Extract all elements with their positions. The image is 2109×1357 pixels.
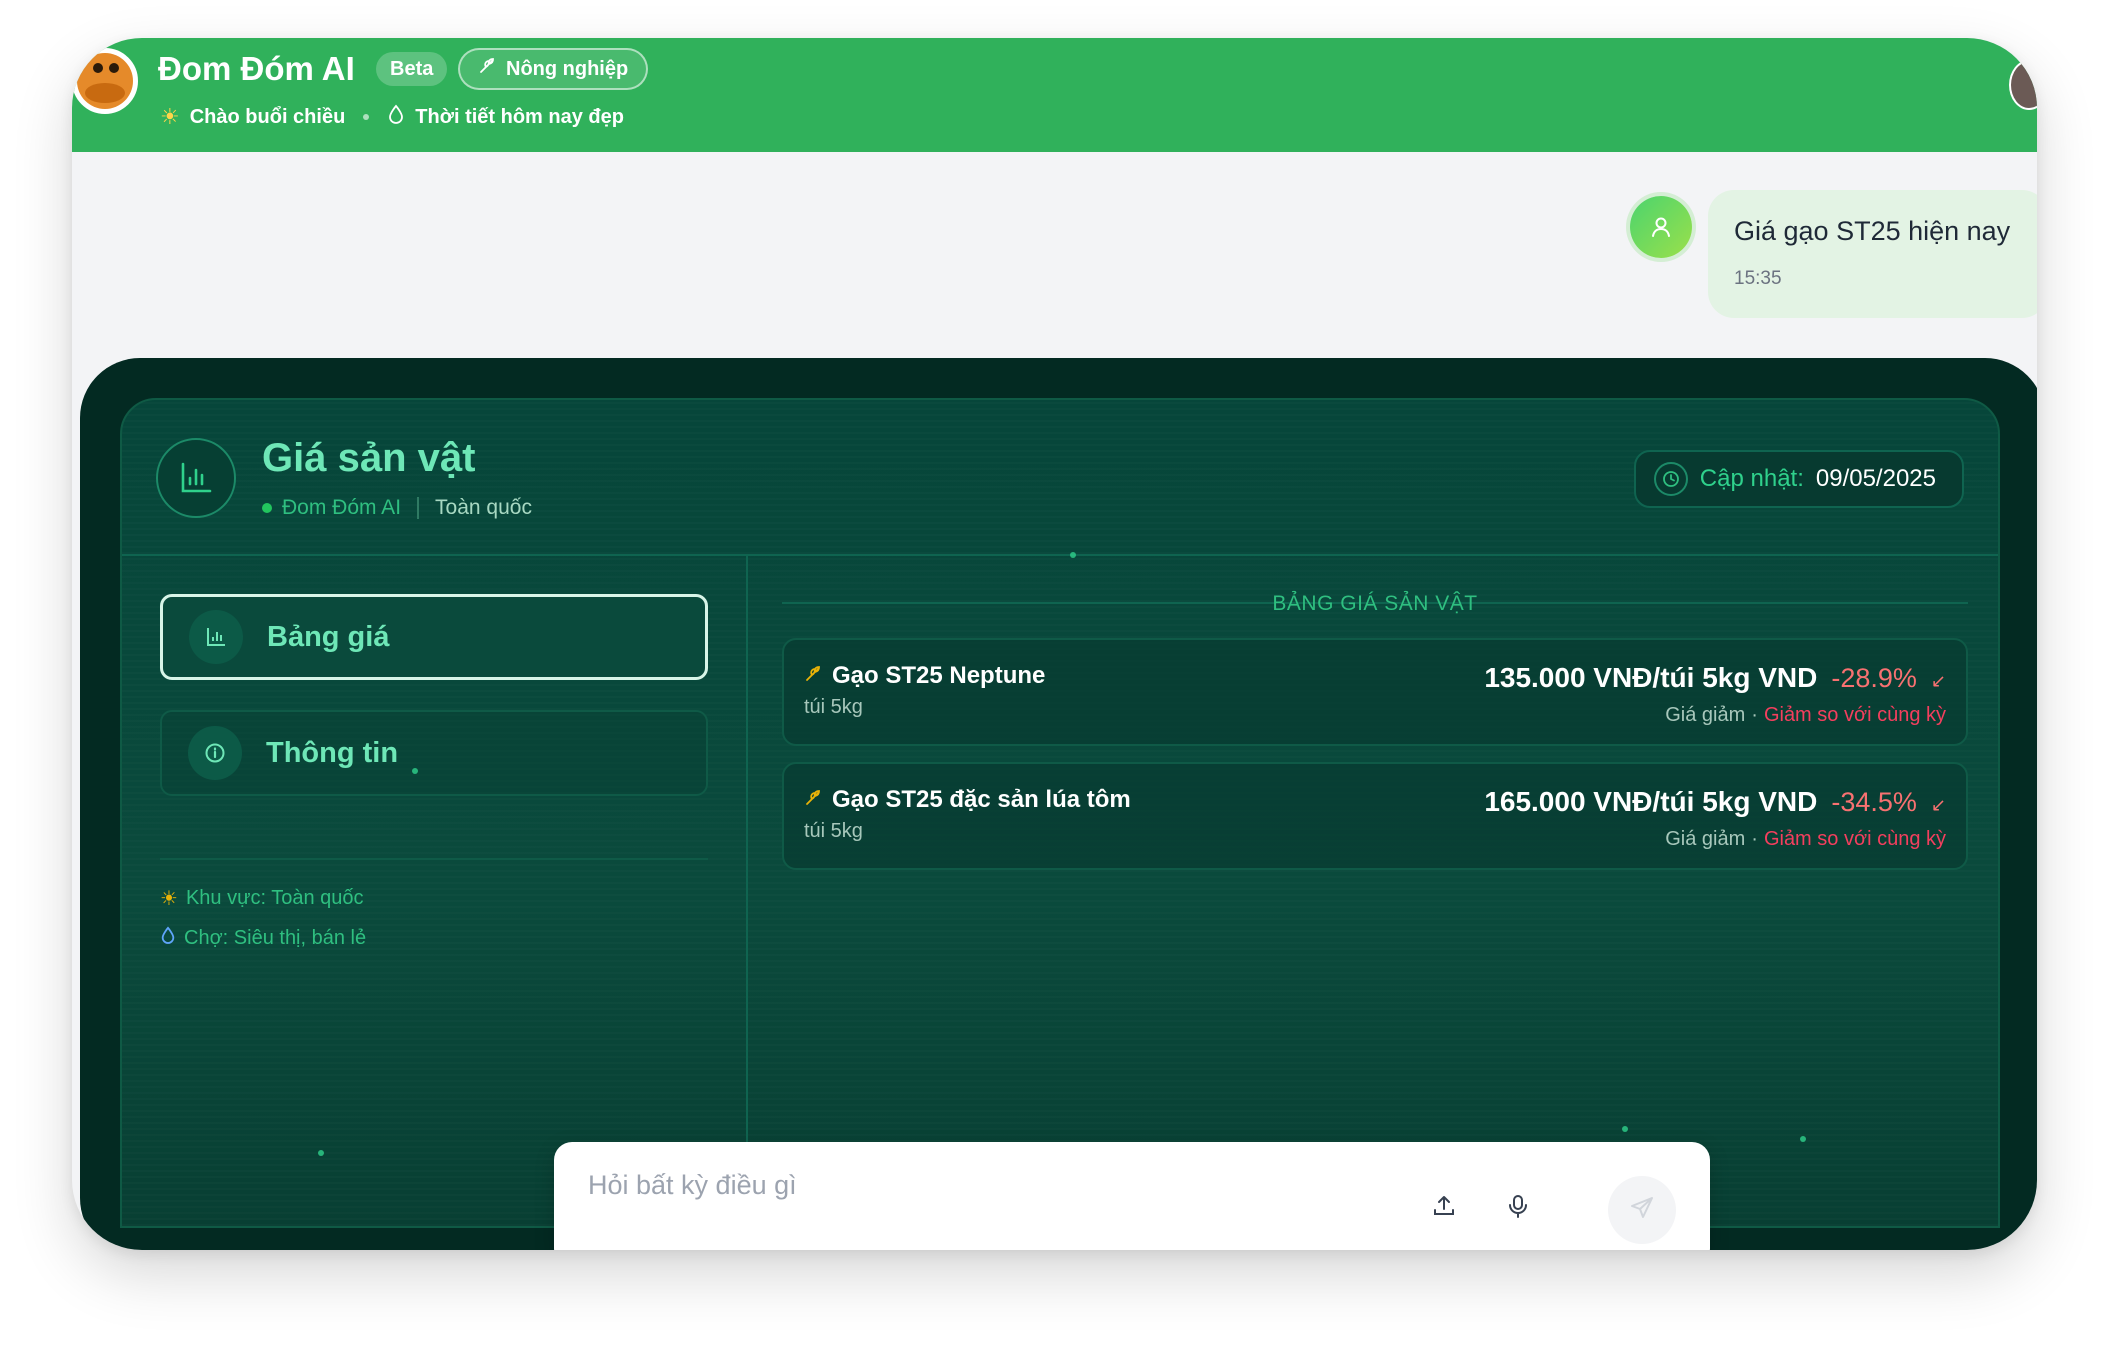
user-message-text: Giá gạo ST25 hiện nay [1734,216,2011,246]
status-dot [262,503,272,513]
panel-title: Giá sản vật [262,436,476,480]
price-row[interactable]: Gạo ST25 Neptune túi 5kg 135.000 VNĐ/túi… [782,638,1968,746]
sun-icon: ☀ [160,104,180,129]
update-badge: Cập nhật: 09/05/2025 [1633,450,1964,508]
separator-dot [363,114,370,120]
price-panel: Giá sản vật Đom Đóm AI Toàn quốc Cập nhậ… [120,398,2000,1228]
bullet: · [1751,704,1758,726]
trend-note: Giảm so với cùng kỳ [1763,704,1946,726]
product-price: 135.000 VNĐ/túi 5kg VND [1484,662,1818,693]
clock-icon [1653,462,1688,496]
grain-icon [804,663,824,689]
grain-icon [804,787,824,813]
panel-header: Giá sản vật Đom Đóm AI Toàn quốc Cập nhậ… [122,400,1998,556]
product-name: Gạo ST25 Neptune [832,662,1046,689]
update-label: Cập nhật: [1699,465,1804,492]
meta-area: ☀ Khu vực: Toàn quốc [160,886,364,911]
update-date: 09/05/2025 [1815,465,1936,492]
chat-input-placeholder[interactable]: Hỏi bất kỳ điều gì [588,1170,797,1201]
bullet: · [1751,828,1758,850]
droplet-icon [160,926,176,950]
table-heading: BẢNG GIÁ SẢN VẬT [1272,592,1478,615]
app-header: Đom Đóm AI Beta Nông nghiệp ☀ Chào buổi … [72,38,2037,152]
greeting-row: ☀ Chào buổi chiều Thời tiết hôm nay đẹp [160,104,624,130]
meta-area-text: Khu vực: Toàn quốc [185,887,364,909]
user-icon [1652,217,1670,237]
product-price: 165.000 VNĐ/túi 5kg VND [1484,786,1818,817]
side-nav: Bảng giá Thông tin ☀ Khu vực: Toàn quốc [122,556,748,1226]
sparkle-dot [1800,1136,1806,1142]
price-row[interactable]: Gạo ST25 đặc sản lúa tôm túi 5kg 165.000… [782,762,1968,870]
user-message-bubble: Giá gạo ST25 hiện nay 15:35 [1708,190,2037,318]
chat-input-box[interactable]: Hỏi bất kỳ điều gì [554,1142,1710,1250]
trend-label: Giá giảm [1665,704,1746,726]
nav-label: Bảng giá [267,620,390,653]
profile-avatar[interactable] [2009,60,2037,110]
trend-label: Giá giảm [1665,828,1746,850]
sparkle-dot [1622,1126,1628,1132]
side-divider [160,858,708,860]
product-name: Gạo ST25 đặc sản lúa tôm [832,786,1131,813]
app-window: Đom Đóm AI Beta Nông nghiệp ☀ Chào buổi … [72,38,2037,1250]
weather-text: Thời tiết hôm nay đẹp [415,105,624,128]
product-unit: túi 5kg [804,820,863,842]
meta-market-text: Chợ: Siêu thị, bán lẻ [184,926,367,949]
nav-item-info[interactable]: Thông tin [160,710,708,796]
bar-chart-icon [156,438,236,518]
beta-badge: Beta [376,52,448,86]
price-change: -34.5% [1831,787,1917,817]
sparkle-dot [1070,552,1076,558]
app-title: Đom Đóm AI [158,50,355,87]
nav-item-price-table[interactable]: Bảng giá [160,594,708,680]
greeting-text: Chào buổi chiều [189,105,346,128]
upload-icon[interactable] [1426,1188,1462,1224]
product-unit: túi 5kg [804,696,863,718]
sparkle-dot [318,1150,324,1156]
price-card: Giá sản vật Đom Đóm AI Toàn quốc Cập nhậ… [80,358,2037,1250]
category-badge[interactable]: Nông nghiệp [458,48,649,90]
droplet-icon [387,104,405,130]
mascot-avatar [72,48,138,114]
panel-region: Toàn quốc [435,496,532,519]
leaf-icon [478,50,498,88]
meta-market: Chợ: Siêu thị, bán lẻ [160,926,366,950]
divider [417,497,420,519]
trend-note: Giảm so với cùng kỳ [1763,828,1946,850]
info-icon [188,726,242,780]
sparkle-dot [412,768,418,774]
user-avatar [1630,196,1692,258]
arrow-down-left-icon: ↙ [1930,671,1946,691]
panel-brand: Đom Đóm AI [282,496,402,519]
send-icon [1629,1195,1655,1226]
sun-icon: ☀ [160,888,178,910]
price-table-section: BẢNG GIÁ SẢN VẬT Gạo ST25 Neptune túi 5k… [748,552,1998,1226]
nav-label: Thông tin [266,736,399,769]
arrow-down-left-icon: ↙ [1930,795,1946,815]
bar-chart-icon [189,610,243,664]
category-label: Nông nghiệp [506,58,629,80]
message-time: 15:35 [1734,268,1782,289]
microphone-icon[interactable] [1500,1188,1536,1224]
price-change: -28.9% [1831,663,1917,693]
send-button[interactable] [1608,1176,1676,1244]
panel-subtitle: Đom Đóm AI Toàn quốc [262,496,532,520]
